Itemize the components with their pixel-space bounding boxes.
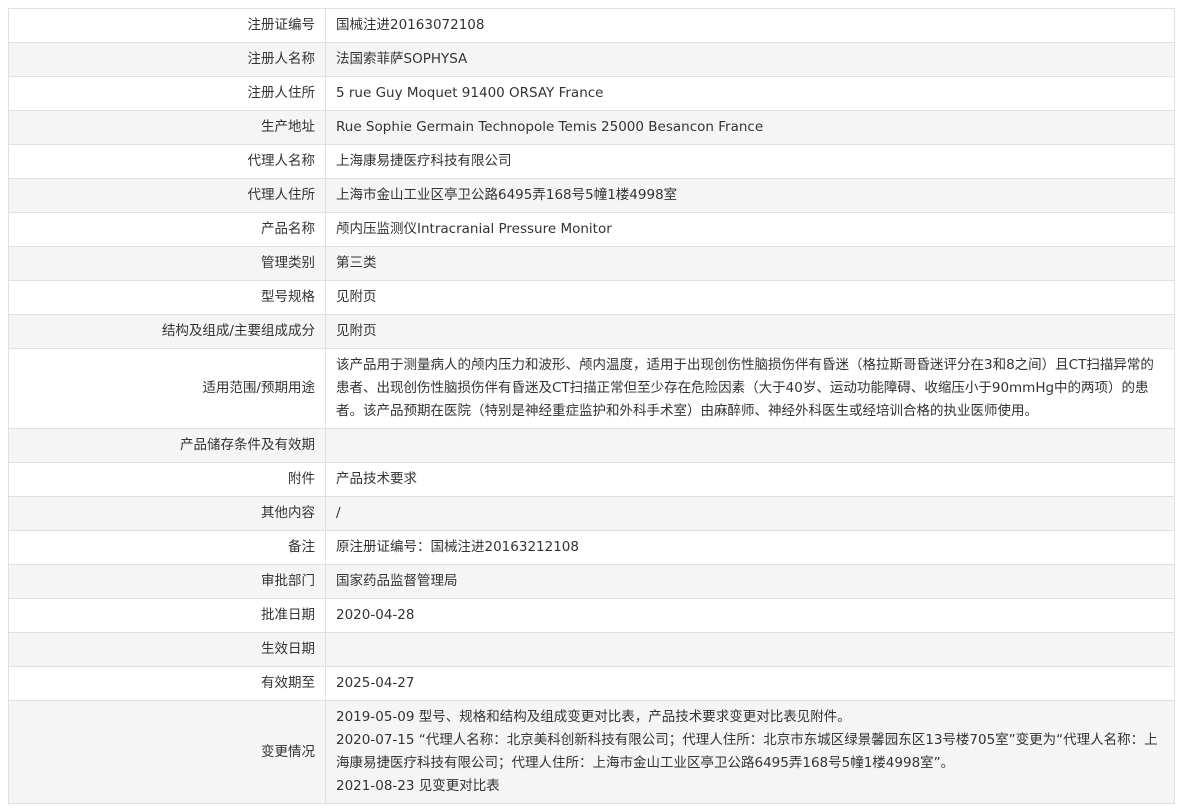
field-label: 结构及组成/主要组成成分 (8, 314, 326, 349)
field-value: 颅内压监测仪Intracranial Pressure Monitor (325, 212, 1175, 247)
row-structure-composition: 结构及组成/主要组成成分 见附页 (8, 314, 1175, 349)
row-other-content: 其他内容 / (8, 496, 1175, 531)
registration-record-table: 注册证编号 国械注进20163072108 注册人名称 法国索菲萨SOPHYSA… (8, 8, 1175, 804)
field-label: 有效期至 (8, 666, 326, 701)
field-label: 注册人住所 (8, 76, 326, 111)
field-label: 附件 (8, 462, 326, 497)
row-attachment: 附件 产品技术要求 (8, 462, 1175, 497)
field-value: 见附页 (325, 314, 1175, 349)
field-value: 原注册证编号：国械注进20163212108 (325, 530, 1175, 565)
row-production-address: 生产地址 Rue Sophie Germain Technopole Temis… (8, 110, 1175, 145)
field-label: 适用范围/预期用途 (8, 348, 326, 429)
row-remarks: 备注 原注册证编号：国械注进20163212108 (8, 530, 1175, 565)
row-intended-use: 适用范围/预期用途 该产品用于测量病人的颅内压力和波形、颅内温度，适用于出现创伤… (8, 348, 1175, 429)
row-model-spec: 型号规格 见附页 (8, 280, 1175, 315)
field-value: 第三类 (325, 246, 1175, 281)
field-value: Rue Sophie Germain Technopole Temis 2500… (325, 110, 1175, 145)
row-change-history: 变更情况 2019-05-09 型号、规格和结构及组成变更对比表，产品技术要求变… (8, 700, 1175, 804)
field-label: 其他内容 (8, 496, 326, 531)
field-value: 国家药品监督管理局 (325, 564, 1175, 599)
field-label: 产品名称 (8, 212, 326, 247)
field-label: 注册人名称 (8, 42, 326, 77)
row-effective-date: 生效日期 (8, 632, 1175, 667)
field-value: 该产品用于测量病人的颅内压力和波形、颅内温度，适用于出现创伤性脑损伤伴有昏迷（格… (325, 348, 1175, 429)
field-label: 变更情况 (8, 700, 326, 804)
field-value: 2020-04-28 (325, 598, 1175, 633)
field-value: 见附页 (325, 280, 1175, 315)
field-label: 注册证编号 (8, 8, 326, 43)
change-entry: 2020-07-15 “代理人名称：北京美科创新科技有限公司；代理人住所：北京市… (336, 732, 1158, 771)
field-value: 产品技术要求 (325, 462, 1175, 497)
field-label: 审批部门 (8, 564, 326, 599)
field-value: 2019-05-09 型号、规格和结构及组成变更对比表，产品技术要求变更对比表见… (325, 700, 1175, 804)
field-label: 产品储存条件及有效期 (8, 428, 326, 463)
row-management-category: 管理类别 第三类 (8, 246, 1175, 281)
field-label: 生效日期 (8, 632, 326, 667)
field-value (325, 632, 1175, 667)
row-valid-until: 有效期至 2025-04-27 (8, 666, 1175, 701)
field-label: 代理人住所 (8, 178, 326, 213)
row-product-name: 产品名称 颅内压监测仪Intracranial Pressure Monitor (8, 212, 1175, 247)
field-label: 批准日期 (8, 598, 326, 633)
row-storage-conditions: 产品储存条件及有效期 (8, 428, 1175, 463)
row-registration-number: 注册证编号 国械注进20163072108 (8, 8, 1175, 43)
row-agent-address: 代理人住所 上海市金山工业区亭卫公路6495弄168号5幢1楼4998室 (8, 178, 1175, 213)
field-label: 备注 (8, 530, 326, 565)
field-value: 法国索菲萨SOPHYSA (325, 42, 1175, 77)
field-value: 上海康易捷医疗科技有限公司 (325, 144, 1175, 179)
change-entry: 2019-05-09 型号、规格和结构及组成变更对比表，产品技术要求变更对比表见… (336, 709, 851, 725)
row-registrant-address: 注册人住所 5 rue Guy Moquet 91400 ORSAY Franc… (8, 76, 1175, 111)
change-entry: 2021-08-23 见变更对比表 (336, 778, 500, 794)
field-label: 生产地址 (8, 110, 326, 145)
page-scrollbar-track[interactable] (1185, 0, 1199, 810)
row-approval-department: 审批部门 国家药品监督管理局 (8, 564, 1175, 599)
field-value: / (325, 496, 1175, 531)
field-value: 上海市金山工业区亭卫公路6495弄168号5幢1楼4998室 (325, 178, 1175, 213)
field-value: 5 rue Guy Moquet 91400 ORSAY France (325, 76, 1175, 111)
field-label: 代理人名称 (8, 144, 326, 179)
field-value: 2025-04-27 (325, 666, 1175, 701)
row-agent-name: 代理人名称 上海康易捷医疗科技有限公司 (8, 144, 1175, 179)
row-approval-date: 批准日期 2020-04-28 (8, 598, 1175, 633)
field-label: 管理类别 (8, 246, 326, 281)
field-value (325, 428, 1175, 463)
row-registrant-name: 注册人名称 法国索菲萨SOPHYSA (8, 42, 1175, 77)
field-label: 型号规格 (8, 280, 326, 315)
field-value: 国械注进20163072108 (325, 8, 1175, 43)
